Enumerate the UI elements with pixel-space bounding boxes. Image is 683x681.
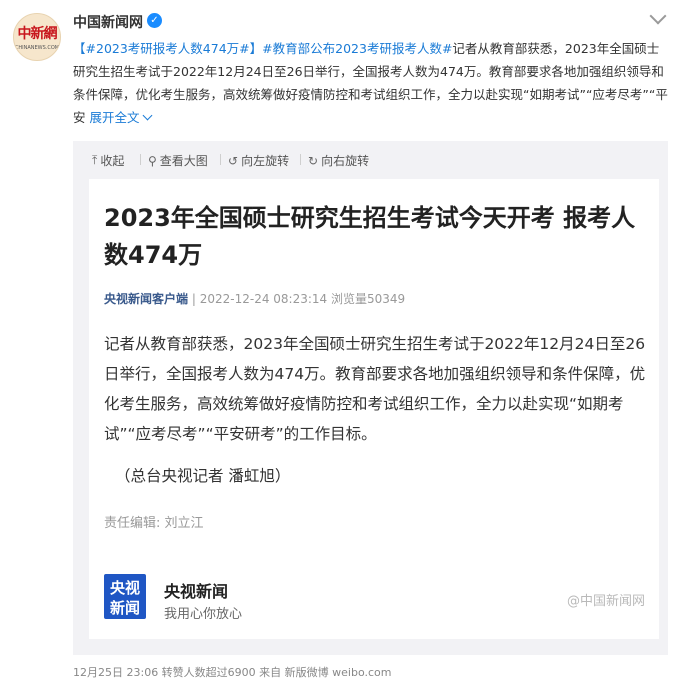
toolbar-divider — [300, 154, 301, 165]
toolbar-divider — [140, 154, 141, 165]
author-avatar[interactable]: 中新網 CHINANEWS.COM — [13, 13, 61, 61]
post-footer: 12月25日 23:06 转赞人数超过6900 来自 新版微博 weibo.co… — [73, 666, 392, 679]
article-meta: 央视新闻客户端 | 2022-12-24 08:23:14 浏览量50349 — [104, 290, 405, 307]
hashtag-link[interactable]: #2023考研报考人数474万# — [86, 41, 250, 56]
article-image[interactable]: 2023年全国硕士研究生招生考试今天开考 报考人数474万 央视新闻客户端 | … — [89, 179, 659, 639]
cctv-news-logo: 央视 新闻 — [104, 574, 146, 619]
bracket-open: 【 — [73, 41, 86, 56]
avatar-logo-text: 中新網 — [17, 26, 58, 42]
collapse-button[interactable]: ⤒ 收起 — [92, 152, 124, 169]
logo-line-1: 央视 — [109, 579, 140, 597]
view-large-label: 查看大图 — [159, 154, 208, 168]
article-datetime: 2022-12-24 08:23:14 — [199, 292, 328, 306]
hashtag-link[interactable]: #教育部公布2023考研报考人数# — [262, 41, 452, 56]
brand-slogan: 我用心你放心 — [164, 607, 243, 622]
logo-line-2: 新闻 — [109, 599, 140, 617]
media-container: ⤒ 收起 ⚲ 查看大图 ↺ 向左旋转 ↻ 向右旋转 2023年全国硕士研究生招生考试今天… — [73, 141, 668, 655]
verified-icon: ✓ — [147, 13, 162, 28]
avatar-logo-subtext: CHINANEWS.COM — [14, 45, 60, 51]
image-toolbar: ⤒ 收起 ⚲ 查看大图 ↺ 向左旋转 ↻ 向右旋转 — [73, 141, 668, 176]
rotate-left-button[interactable]: ↺ 向左旋转 — [228, 152, 289, 169]
article-byline: （总台央视记者 潘虹旭） — [115, 467, 291, 485]
collapse-label: 收起 — [100, 154, 125, 168]
view-large-button[interactable]: ⚲ 查看大图 — [148, 152, 208, 169]
expand-label: 展开全文 — [89, 110, 140, 125]
more-options-chevron-icon[interactable] — [649, 7, 667, 25]
expand-full-text-link[interactable]: 展开全文 — [89, 110, 152, 125]
rotate-right-icon: ↻ — [308, 153, 319, 168]
rotate-right-label: 向右旋转 — [321, 154, 370, 168]
magnifier-icon: ⚲ — [148, 153, 157, 168]
post-text: 【#2023考研报考人数474万#】#教育部公布2023考研报考人数#记者从教育… — [73, 37, 668, 129]
rotate-right-button[interactable]: ↻ 向右旋转 — [308, 152, 369, 169]
author-name[interactable]: 中国新闻网 — [73, 12, 143, 32]
collapse-arrow-icon: ⤒ — [92, 153, 98, 167]
article-views: 浏览量50349 — [331, 292, 406, 306]
chevron-down-icon — [142, 110, 152, 121]
article-headline: 2023年全国硕士研究生招生考试今天开考 报考人数474万 — [104, 204, 636, 269]
article-source: 央视新闻客户端 — [104, 292, 189, 306]
article-body: 记者从教育部获悉，2023年全国硕士研究生招生考试于2022年12月24日至26… — [104, 335, 646, 443]
article-editor: 责任编辑: 刘立江 — [104, 516, 204, 531]
bracket-close: 】 — [249, 41, 263, 56]
meta-separator: | — [191, 292, 196, 306]
toolbar-divider — [220, 154, 221, 165]
brand-name: 央视新闻 — [164, 582, 229, 601]
rotate-left-icon: ↺ — [228, 153, 239, 168]
watermark: @中国新闻网 — [566, 594, 645, 609]
rotate-left-label: 向左旋转 — [241, 154, 290, 168]
